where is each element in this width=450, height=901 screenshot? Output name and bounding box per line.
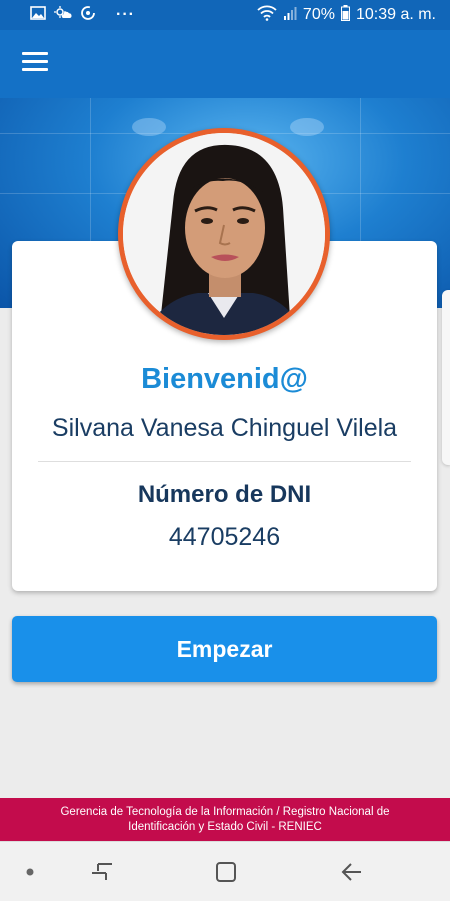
footer-line-2: Identificación y Estado Civil - RENIEC (128, 820, 322, 833)
dni-label: Número de DNI (137, 481, 312, 508)
recent-apps-icon[interactable] (80, 842, 124, 901)
hamburger-menu-icon[interactable] (22, 52, 48, 72)
app-bar (0, 30, 450, 98)
start-button[interactable]: Empezar (12, 616, 437, 682)
back-icon[interactable] (330, 842, 374, 901)
signal-icon (283, 6, 297, 25)
battery-icon (340, 4, 350, 26)
profile-photo (123, 133, 325, 335)
divider (38, 461, 411, 462)
home-icon[interactable] (204, 842, 248, 901)
avatar (118, 128, 330, 340)
status-bar: ··· 70% 10:39 a. m. (0, 0, 450, 30)
nav-dot-icon[interactable] (15, 842, 45, 901)
wifi-icon (257, 5, 277, 26)
clock: 10:39 a. m. (355, 6, 436, 23)
gallery-icon (30, 5, 46, 25)
sync-icon (80, 5, 96, 26)
user-full-name: Silvana Vanesa Chinguel Vilela (51, 414, 398, 442)
status-bar-right: 70% 10:39 a. m. (257, 0, 436, 30)
status-bar-left: ··· (30, 0, 135, 30)
battery-percent: 70% (302, 6, 335, 23)
more-notifications-icon: ··· (116, 6, 135, 23)
dni-number: 44705246 (168, 523, 281, 551)
weather-icon (54, 5, 72, 25)
footer-line-1: Gerencia de Tecnología de la Información… (60, 805, 390, 818)
footer-credits: Gerencia de Tecnología de la Información… (0, 798, 450, 841)
system-nav-bar (0, 841, 450, 901)
next-card-edge (442, 290, 450, 465)
welcome-heading: Bienvenid@ (141, 363, 308, 395)
